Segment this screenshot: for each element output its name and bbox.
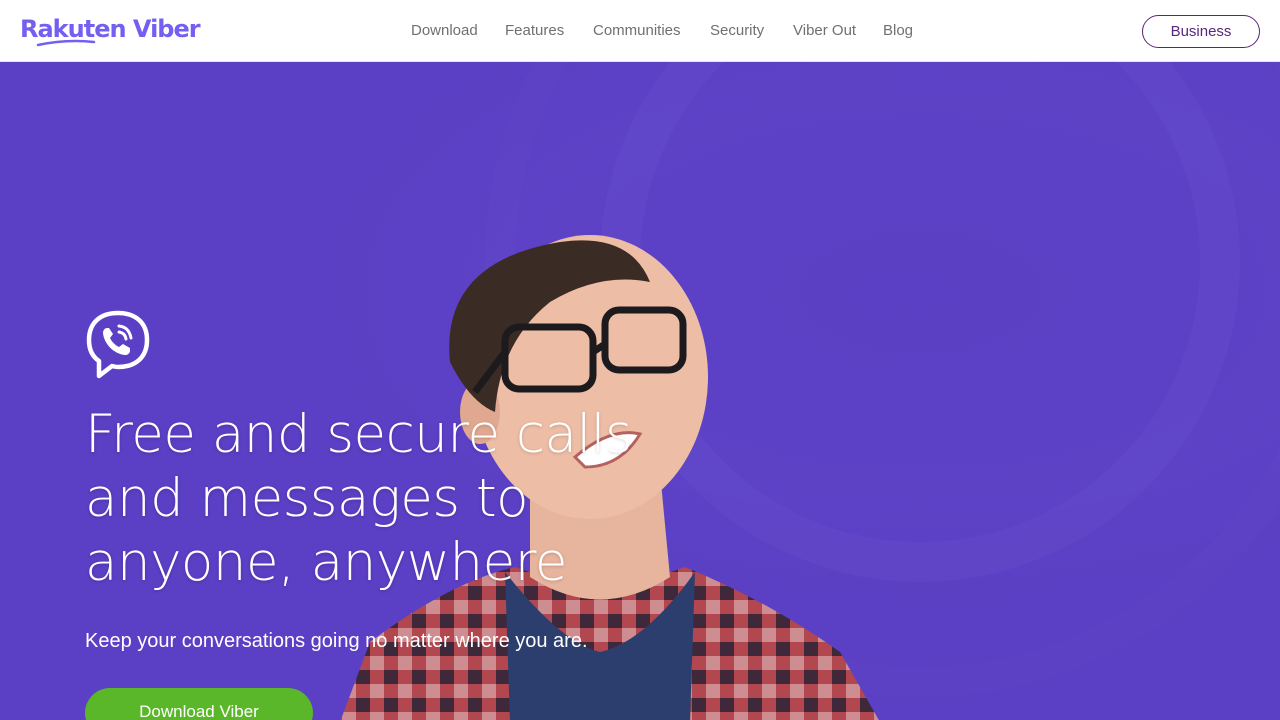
rakuten-viber-logo[interactable]: Rakuten Viber xyxy=(20,14,201,48)
nav-item-features[interactable]: Features xyxy=(505,21,564,41)
top-nav-bar: Rakuten Viber Download Features Communit… xyxy=(0,0,1280,62)
nav-item-viber-out[interactable]: Viber Out xyxy=(793,21,856,41)
nav-item-download[interactable]: Download xyxy=(411,21,478,41)
business-button[interactable]: Business xyxy=(1142,15,1260,48)
logo-swoosh-icon xyxy=(36,39,96,47)
hero-section: Free and secure calls and messages to an… xyxy=(0,62,1280,720)
viber-phone-bubble-icon xyxy=(86,310,150,379)
nav-item-communities[interactable]: Communities xyxy=(593,21,681,41)
nav-item-blog[interactable]: Blog xyxy=(883,21,913,41)
download-viber-button[interactable]: Download Viber xyxy=(85,688,313,720)
hero-headline: Free and secure calls and messages to an… xyxy=(85,404,633,593)
nav-item-security[interactable]: Security xyxy=(710,21,764,41)
hero-subline: Keep your conversations going no matter … xyxy=(85,630,588,652)
